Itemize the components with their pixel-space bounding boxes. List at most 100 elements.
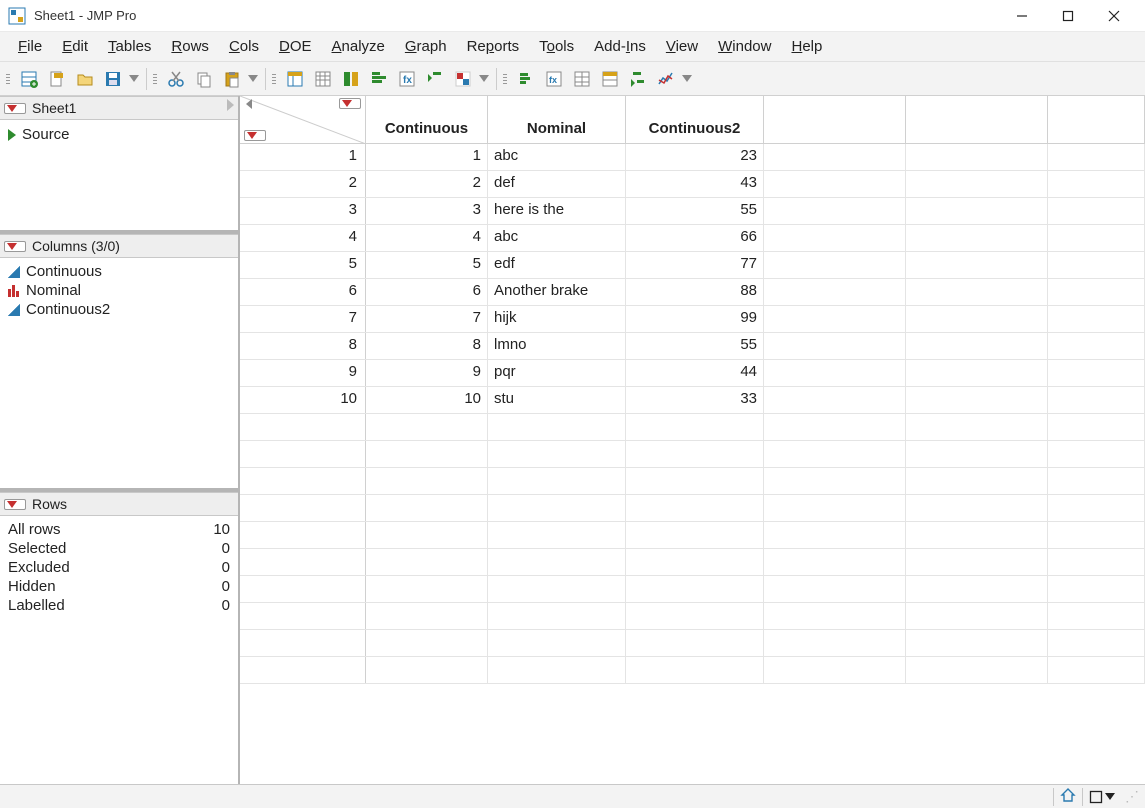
cell-empty[interactable] (764, 441, 906, 467)
row-number[interactable]: 10 (240, 387, 366, 413)
column-header-empty[interactable] (1048, 96, 1145, 143)
cell-empty[interactable] (626, 549, 764, 575)
row-stat-selected[interactable]: Selected0 (8, 539, 230, 558)
show-panels-icon[interactable] (282, 66, 308, 92)
cell-continuous[interactable]: 9 (366, 360, 488, 386)
cell-empty[interactable] (1048, 387, 1145, 413)
cell-empty[interactable] (906, 225, 1048, 251)
cell-empty[interactable] (366, 549, 488, 575)
cell-empty[interactable] (626, 468, 764, 494)
row-number[interactable]: 4 (240, 225, 366, 251)
cell-empty[interactable] (488, 603, 626, 629)
minimize-button[interactable] (999, 0, 1045, 32)
cell-nominal[interactable]: pqr (488, 360, 626, 386)
row-number[interactable] (240, 414, 366, 440)
cell-empty[interactable] (1048, 576, 1145, 602)
row-number[interactable] (240, 468, 366, 494)
cell-empty[interactable] (764, 198, 906, 224)
color-icon[interactable] (450, 66, 476, 92)
data-grid[interactable]: Continuous Nominal Continuous2 11abc2322… (240, 96, 1145, 784)
row-number[interactable]: 3 (240, 198, 366, 224)
source-item[interactable]: Source (8, 124, 230, 145)
table-row[interactable]: 66Another brake88 (240, 279, 1145, 306)
evaluate-button[interactable] (1089, 790, 1115, 804)
cell-continuous2[interactable]: 33 (626, 387, 764, 413)
cell-empty[interactable] (764, 468, 906, 494)
cell-nominal[interactable]: edf (488, 252, 626, 278)
cell-empty[interactable] (764, 549, 906, 575)
cell-empty[interactable] (626, 657, 764, 683)
cell-nominal[interactable]: Another brake (488, 279, 626, 305)
table-row-empty[interactable] (240, 522, 1145, 549)
cell-empty[interactable] (764, 603, 906, 629)
cell-empty[interactable] (1048, 414, 1145, 440)
menu-cols[interactable]: Cols (219, 34, 269, 59)
table-row[interactable]: 88lmno55 (240, 333, 1145, 360)
columns-menu-icon[interactable] (4, 241, 26, 252)
row-number[interactable] (240, 441, 366, 467)
cell-empty[interactable] (906, 657, 1048, 683)
cell-empty[interactable] (488, 414, 626, 440)
cell-empty[interactable] (1048, 441, 1145, 467)
cell-continuous[interactable]: 7 (366, 306, 488, 332)
cell-empty[interactable] (764, 225, 906, 251)
cell-empty[interactable] (1048, 171, 1145, 197)
cell-empty[interactable] (366, 576, 488, 602)
cell-empty[interactable] (488, 468, 626, 494)
cell-empty[interactable] (906, 387, 1048, 413)
menu-edit[interactable]: Edit (52, 34, 98, 59)
cell-empty[interactable] (764, 630, 906, 656)
table-row-empty[interactable] (240, 441, 1145, 468)
cell-empty[interactable] (1048, 603, 1145, 629)
tabulate-icon[interactable] (569, 66, 595, 92)
row-number[interactable] (240, 576, 366, 602)
menu-file[interactable]: File (8, 34, 52, 59)
cell-continuous2[interactable]: 43 (626, 171, 764, 197)
cell-empty[interactable] (366, 468, 488, 494)
cell-empty[interactable] (906, 306, 1048, 332)
table-row[interactable]: 33here is the55 (240, 198, 1145, 225)
cell-empty[interactable] (906, 522, 1048, 548)
cell-empty[interactable] (1048, 630, 1145, 656)
graph-builder-icon[interactable] (625, 66, 651, 92)
column-menu-icon[interactable] (339, 98, 361, 109)
cell-continuous2[interactable]: 88 (626, 279, 764, 305)
column-item-continuous[interactable]: Continuous (8, 262, 230, 281)
home-icon[interactable] (1060, 787, 1076, 806)
row-number[interactable]: 6 (240, 279, 366, 305)
cell-empty[interactable] (906, 495, 1048, 521)
cell-continuous2[interactable]: 55 (626, 198, 764, 224)
cell-continuous[interactable]: 8 (366, 333, 488, 359)
cell-empty[interactable] (1048, 549, 1145, 575)
cell-empty[interactable] (488, 630, 626, 656)
cell-empty[interactable] (906, 630, 1048, 656)
cell-empty[interactable] (906, 279, 1048, 305)
row-number[interactable] (240, 495, 366, 521)
cell-empty[interactable] (366, 441, 488, 467)
table-row-empty[interactable] (240, 603, 1145, 630)
cell-empty[interactable] (626, 630, 764, 656)
cell-empty[interactable] (1048, 495, 1145, 521)
toolbar-overflow[interactable] (128, 66, 140, 92)
cell-empty[interactable] (906, 333, 1048, 359)
cell-empty[interactable] (488, 576, 626, 602)
row-number[interactable]: 2 (240, 171, 366, 197)
split-icon[interactable] (338, 66, 364, 92)
cell-empty[interactable] (1048, 198, 1145, 224)
table-row[interactable]: 77hijk99 (240, 306, 1145, 333)
cell-empty[interactable] (626, 441, 764, 467)
cell-continuous2[interactable]: 77 (626, 252, 764, 278)
copy-icon[interactable] (191, 66, 217, 92)
cell-empty[interactable] (906, 576, 1048, 602)
cell-empty[interactable] (764, 657, 906, 683)
cell-continuous[interactable]: 6 (366, 279, 488, 305)
row-number[interactable]: 7 (240, 306, 366, 332)
menu-reports[interactable]: Reports (457, 34, 530, 59)
menu-view[interactable]: View (656, 34, 708, 59)
save-icon[interactable] (100, 66, 126, 92)
cell-nominal[interactable]: abc (488, 225, 626, 251)
cell-empty[interactable] (764, 522, 906, 548)
cell-empty[interactable] (764, 495, 906, 521)
cell-continuous2[interactable]: 66 (626, 225, 764, 251)
table-row-empty[interactable] (240, 576, 1145, 603)
